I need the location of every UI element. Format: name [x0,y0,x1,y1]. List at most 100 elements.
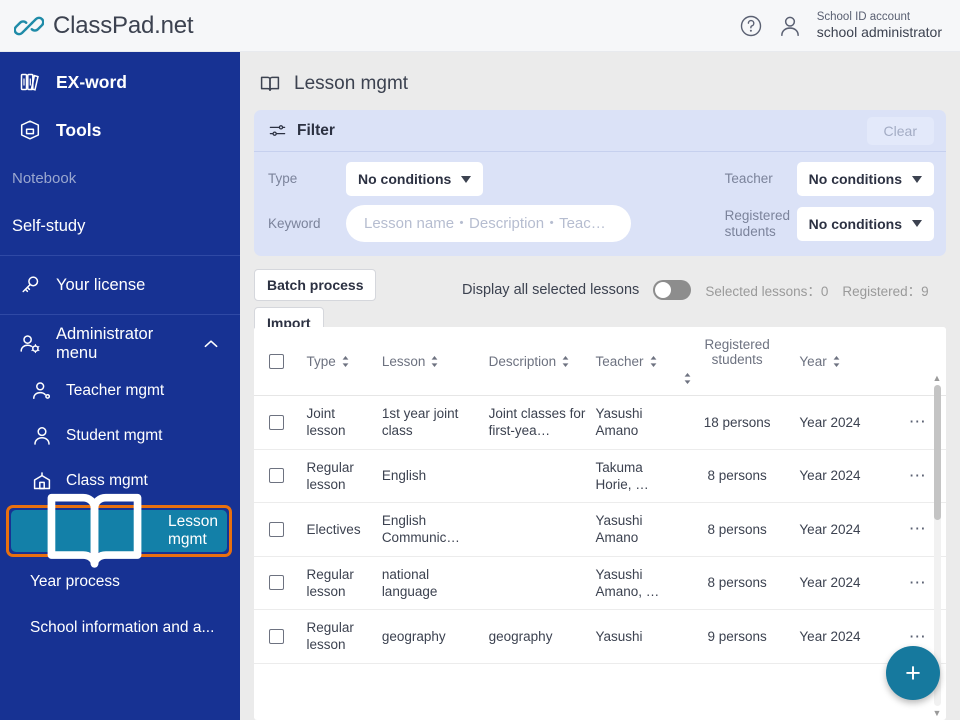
sidebar-item-year-process[interactable]: Year process [0,559,240,605]
table-row[interactable]: Electives English Communic… Yasushi Aman… [254,502,946,557]
sidebar-item-teacher-mgmt[interactable]: Teacher mgmt [0,368,240,413]
column-header-year[interactable]: Year [795,327,891,396]
cell-type: Regular lesson [302,609,378,664]
keyword-input[interactable] [346,205,631,242]
cell-lesson: national language [377,556,485,611]
row-checkbox[interactable] [269,414,284,430]
filter-field-keyword: Keyword [268,205,631,242]
filter-header: Filter Clear [254,110,946,152]
sidebar-item-class-mgmt[interactable]: Class mgmt [0,458,240,503]
keyword-label: Keyword [268,215,321,231]
user-icon[interactable] [777,13,803,39]
batch-process-button[interactable]: Batch process [254,269,377,301]
filter-field-registered-students: Registered students No conditions [725,206,934,241]
books-icon [20,73,39,91]
column-header-type[interactable]: Type [302,327,378,396]
key-icon [22,276,39,293]
cell-type: Joint lesson [302,395,378,450]
row-menu-icon[interactable]: ⋯ [909,573,928,592]
table-header-row: Type Lesson Description Teacher Register… [254,327,946,396]
sidebar-item-self-study[interactable]: Self-study [0,202,240,250]
column-label: Description [488,353,557,369]
sidebar-item-school-information[interactable]: School information and a... [0,605,240,651]
row-select-cell [254,395,303,450]
question-circle-icon[interactable] [739,14,763,38]
select-all-checkbox[interactable] [269,353,284,369]
chevron-down-icon [912,220,922,227]
teacher-icon [33,381,51,399]
cell-year: Year 2024 [795,609,891,664]
row-checkbox[interactable] [269,628,284,644]
registered-count: Registered：9 [842,284,929,299]
table-row[interactable]: Joint lesson 1st year joint class Joint … [254,395,946,450]
cell-teacher: Yasushi [591,609,679,664]
column-header-description[interactable]: Description [484,327,592,396]
sidebar: EX-word Tools Notebook Self-study Your l… [0,52,240,720]
sidebar-item-student-mgmt[interactable]: Student mgmt [0,413,240,458]
top-bar: ClassPad.net School ID account school ad… [0,0,960,52]
cell-description: geography [484,609,592,664]
teacher-select[interactable]: No conditions [796,162,934,196]
sidebar-label: Year process [30,573,120,590]
sidebar-item-notebook[interactable]: Notebook [0,154,240,202]
sidebar-label: Administrator menu [56,325,154,362]
registered-students-select[interactable]: No conditions [796,206,934,241]
classpad-logo-icon [14,16,44,35]
row-menu-icon[interactable]: ⋯ [909,466,928,485]
cell-year: Year 2024 [795,395,891,450]
add-lesson-fab[interactable]: + [886,646,940,700]
scrollbar-thumb[interactable] [933,385,941,520]
table-row[interactable]: Regular lesson English Takuma Horie, … 8… [254,449,946,504]
table-row[interactable]: Regular lesson national language Yasushi… [254,556,946,611]
body: EX-word Tools Notebook Self-study Your l… [0,52,960,720]
row-menu-icon[interactable]: ⋯ [909,412,928,431]
student-icon [34,426,50,445]
sidebar-item-tools[interactable]: Tools [0,106,240,154]
account-info[interactable]: School ID account school administrator [817,10,942,42]
cell-lesson: geography [377,609,485,664]
sidebar-item-ex-word[interactable]: EX-word [0,58,240,106]
sidebar-label: Class mgmt [66,471,148,489]
cell-lesson: 1st year joint class [377,395,485,450]
row-menu-icon[interactable]: ⋯ [909,519,928,538]
type-label: Type [268,171,298,187]
filter-row-type: Type No conditions Teacher No conditions [268,162,934,196]
cell-registered-students: 8 persons [678,556,796,611]
display-all-selected-toggle[interactable] [653,280,692,300]
cell-registered-students: 9 persons [678,609,796,664]
column-label: Type [306,353,336,369]
sort-icon [650,355,656,367]
row-checkbox[interactable] [269,521,284,537]
topbar-right: School ID account school administrator [739,10,942,42]
sidebar-item-your-license[interactable]: Your license [0,261,240,309]
book-open-icon [260,76,280,92]
brand-name: ClassPad.net [53,11,194,39]
sidebar-item-administrator-menu[interactable]: Administrator menu [0,320,240,368]
chevron-up-icon[interactable] [204,339,218,349]
table-row[interactable]: Regular lesson geography geography Yasus… [254,609,946,664]
cell-year: Year 2024 [795,556,891,611]
row-menu-icon[interactable]: ⋯ [909,627,928,646]
sidebar-divider [0,255,240,256]
column-label: Lesson [381,353,426,369]
chevron-down-icon [912,175,922,183]
app-root: ClassPad.net School ID account school ad… [0,0,960,720]
clear-button[interactable]: Clear [866,116,934,145]
column-header-lesson[interactable]: Lesson [377,327,485,396]
scroll-down-icon[interactable]: ▼ [933,708,942,718]
filter-row-keyword: Keyword Registered students No condition… [268,205,934,242]
account-name-label: school administrator [816,23,942,40]
column-header-teacher[interactable]: Teacher [591,327,679,396]
column-header-registered-students[interactable]: Registered students [678,327,796,396]
account-type-label: School ID account [816,10,911,23]
scroll-up-icon[interactable]: ▲ [933,373,942,383]
toolbar-status: Display all selected lessons Selected le… [462,280,929,300]
cell-registered-students: 18 persons [678,395,796,450]
type-select[interactable]: No conditions [346,162,484,196]
page-header: Lesson mgmt [240,52,960,110]
row-checkbox[interactable] [269,468,284,484]
sidebar-item-lesson-mgmt[interactable]: Lesson mgmt [11,493,227,568]
brand[interactable]: ClassPad.net [14,11,194,41]
sidebar-label: Self-study [12,216,86,235]
row-checkbox[interactable] [269,575,284,591]
